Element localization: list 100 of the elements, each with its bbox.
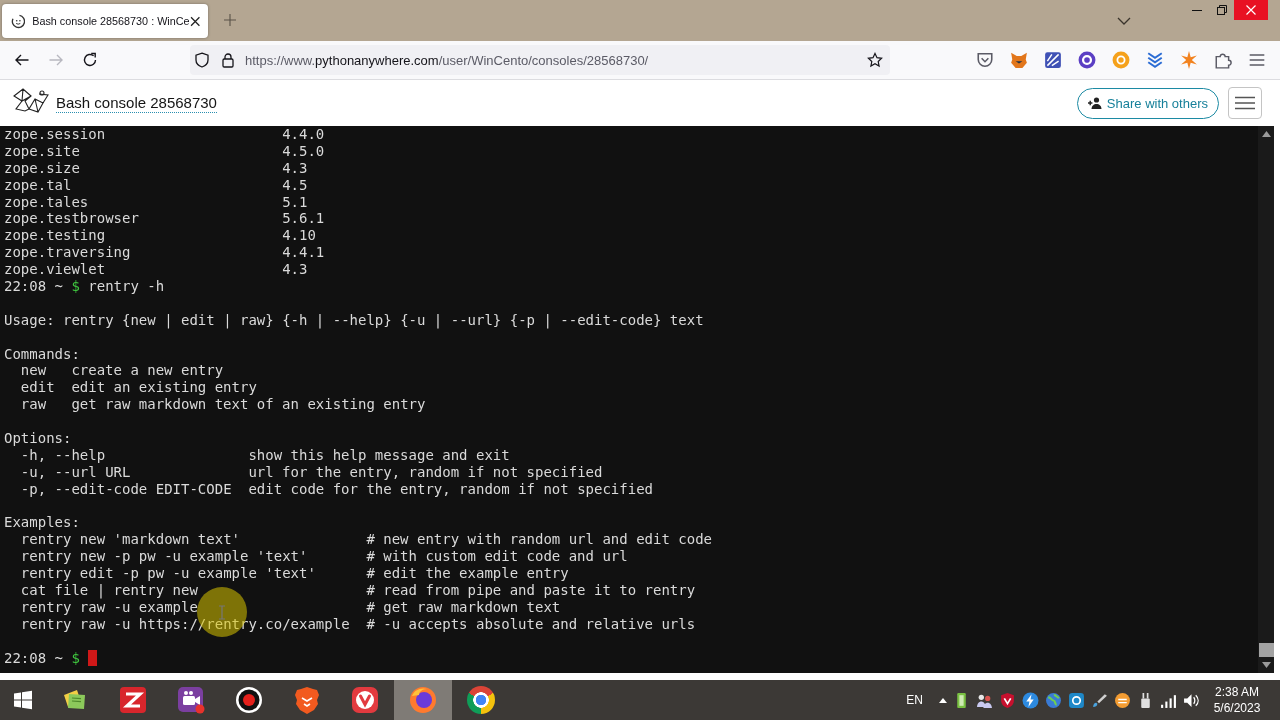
package-name: zope.tal xyxy=(4,176,72,194)
package-version: 4.4.0 xyxy=(282,126,325,143)
example-command: rentry raw -u example xyxy=(20,598,198,616)
puzzle-icon[interactable] xyxy=(1214,51,1232,69)
scrollbar[interactable] xyxy=(1258,126,1274,673)
option-flags: -p, --edit-code EDIT-CODE xyxy=(20,480,232,498)
command-name: new xyxy=(20,362,47,380)
package-version: 5.1 xyxy=(282,193,308,211)
package-name: zope.testing xyxy=(4,227,106,245)
windows-icon[interactable] xyxy=(13,690,33,710)
option-flags: -h, --help xyxy=(20,446,106,464)
example-command: rentry new 'markdown text' xyxy=(20,531,240,549)
back-icon[interactable] xyxy=(14,52,30,68)
bolt-icon[interactable] xyxy=(1022,691,1039,709)
prompt-path: ~ xyxy=(54,278,63,295)
clock-date[interactable]: 5/6/2023 xyxy=(1213,700,1261,716)
chevron-shield-icon[interactable] xyxy=(976,51,994,69)
example-comment: # read from pipe and paste it to rentry xyxy=(366,582,696,599)
command-description: create a new entry xyxy=(71,362,224,380)
terminal-panel[interactable] xyxy=(0,126,1274,673)
down-arrow-icon[interactable] xyxy=(1261,662,1271,668)
section-heading: Examples: xyxy=(4,514,80,532)
speaker-icon[interactable] xyxy=(1183,691,1200,709)
shield-icon[interactable] xyxy=(999,691,1016,709)
package-name: zope.site xyxy=(4,142,80,160)
browser-tab[interactable]: Bash console 28568730 : WinCe xyxy=(2,4,208,38)
v-tile-icon xyxy=(351,686,379,714)
usage-text: Usage: rentry {new | edit | raw} {-h | --help} {-u | --url} {-p | --edit-code} text xyxy=(4,311,704,329)
package-version: 4.4.1 xyxy=(282,244,325,262)
up-triangle-icon[interactable] xyxy=(939,697,947,703)
close-icon[interactable] xyxy=(189,15,200,27)
command-description: edit an existing entry xyxy=(71,379,257,397)
option-flags: -u, --url URL xyxy=(20,463,131,481)
share-button[interactable]: Share with others xyxy=(1076,87,1219,119)
command-description: get raw markdown text of an existing entry xyxy=(71,396,426,414)
scrollbar-thumb[interactable] xyxy=(1258,643,1274,657)
zigzag-tile-icon xyxy=(119,686,147,714)
example-command: cat file | rentry new xyxy=(20,582,198,599)
menu-icon xyxy=(1235,96,1255,110)
package-name: zope.testbrowser xyxy=(4,210,139,228)
prompt-time: 22:08 xyxy=(4,278,47,295)
star-icon[interactable] xyxy=(867,52,883,68)
add-person-icon xyxy=(1087,97,1102,109)
window-close-button[interactable] xyxy=(1234,0,1268,20)
example-comment: # edit the example entry xyxy=(366,565,569,583)
close-icon xyxy=(1246,5,1256,15)
example-command: rentry new -p pw -u example 'text' xyxy=(20,548,308,566)
camera-icon xyxy=(177,686,205,714)
segmented-circle-icon xyxy=(467,686,495,714)
language-indicator[interactable]: EN xyxy=(906,693,923,707)
command-text: rentry -h xyxy=(88,278,165,295)
section-heading: Options: xyxy=(4,430,72,447)
coin-icon[interactable] xyxy=(1114,691,1131,709)
fox-icon[interactable] xyxy=(1010,51,1028,69)
example-comment: # with custom edit code and url xyxy=(366,548,628,566)
restore-icon[interactable] xyxy=(1217,5,1227,15)
reload-icon[interactable] xyxy=(82,52,98,68)
shield-icon xyxy=(293,686,321,714)
console-title: Bash console 28568730 xyxy=(56,93,217,113)
package-version: 4.3 xyxy=(282,261,308,279)
option-description: show this help message and exit xyxy=(248,446,510,464)
brush-icon[interactable] xyxy=(1091,691,1108,709)
ring-icon[interactable] xyxy=(1078,51,1096,69)
example-command: rentry edit -p pw -u example 'text' xyxy=(20,565,316,583)
package-name: zope.traversing xyxy=(4,244,131,262)
example-comment: # new entry with random url and edit code xyxy=(366,531,712,549)
chevron-down-icon[interactable] xyxy=(1117,17,1131,25)
globe-icon[interactable] xyxy=(1045,691,1062,709)
ring-disc-icon xyxy=(409,686,437,714)
example-comment: # get raw markdown text xyxy=(366,598,561,616)
lock-icon[interactable] xyxy=(220,52,236,68)
command-name: raw xyxy=(20,396,47,414)
smiley-icon xyxy=(11,13,26,29)
package-version: 4.5.0 xyxy=(282,142,325,160)
slashes-tile-icon[interactable] xyxy=(1044,51,1062,69)
menu-icon[interactable] xyxy=(1248,51,1266,69)
record-icon xyxy=(235,686,263,714)
package-name: zope.viewlet xyxy=(4,261,106,279)
shield-icon[interactable] xyxy=(194,52,210,68)
prompt-time: 22:08 xyxy=(4,649,47,667)
clock-time[interactable]: 2:38 AM xyxy=(1215,684,1259,700)
package-name: zope.size xyxy=(4,159,80,177)
example-command: rentry raw -u https://rentry.co/example xyxy=(20,615,350,633)
package-version: 4.3 xyxy=(282,159,308,177)
prompt-path: ~ xyxy=(54,649,63,667)
section-heading: Commands: xyxy=(4,345,80,363)
up-arrow-icon[interactable] xyxy=(1261,131,1271,137)
url-text[interactable]: https://www.pythonanywhere.com/user/WinCento/consoles/28568730/ xyxy=(245,52,649,68)
chevrons-icon[interactable] xyxy=(1146,51,1164,69)
prompt-symbol: $ xyxy=(71,278,80,295)
address-bar[interactable]: https://www.pythonanywhere.com/user/WinCento/consoles/28568730/ xyxy=(190,45,890,75)
command-name: edit xyxy=(20,379,55,397)
package-version: 4.10 xyxy=(282,227,316,245)
prompt-symbol: $ xyxy=(71,649,80,667)
example-comment: # -u accepts absolute and relative urls xyxy=(366,615,696,633)
badge-icon[interactable] xyxy=(1068,691,1085,709)
option-description: url for the entry, random if not specified xyxy=(248,463,603,481)
menu-button[interactable] xyxy=(1228,87,1262,119)
package-version: 5.6.1 xyxy=(282,210,325,228)
option-description: edit code for the entry, random if not specified xyxy=(248,480,653,498)
